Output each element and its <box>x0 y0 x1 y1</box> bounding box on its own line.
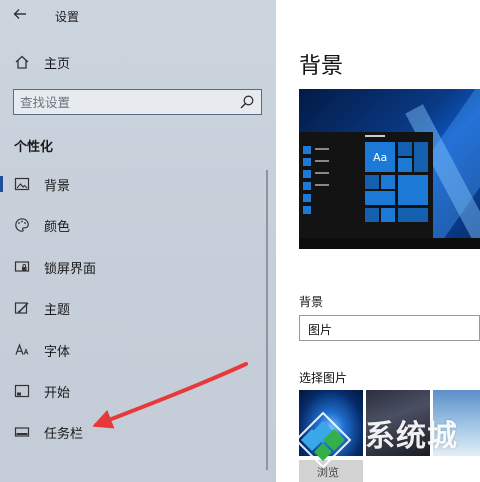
home-icon <box>15 55 29 69</box>
sidebar-item-label: 锁屏界面 <box>44 261 97 277</box>
sidebar-scrollbar[interactable] <box>266 170 268 470</box>
settings-sidebar: 设置 主页 个性化 背景 颜色 锁屏界面 <box>0 0 276 482</box>
sidebar-item-taskbar[interactable]: 任务栏 <box>0 414 276 450</box>
sidebar-item-themes[interactable]: 主题 <box>0 290 276 326</box>
preview-start-menu: Aa <box>299 132 433 238</box>
image-icon <box>14 176 30 192</box>
watermark-url: XITONGCHENG.COM <box>368 456 462 466</box>
sidebar-item-label: 开始 <box>44 385 71 401</box>
search-input[interactable] <box>20 94 235 110</box>
page-title: 背景 <box>299 54 344 79</box>
sidebar-item-label: 主题 <box>44 302 71 318</box>
lock-screen-icon <box>14 259 30 275</box>
taskbar-icon <box>14 424 30 440</box>
watermark-logo-icon <box>294 411 352 469</box>
sidebar-item-background[interactable]: 背景 <box>0 166 276 202</box>
search-icon[interactable] <box>239 94 255 110</box>
choose-picture-label: 选择图片 <box>299 371 348 385</box>
font-icon <box>14 342 30 358</box>
sidebar-item-fonts[interactable]: 字体 <box>0 332 276 368</box>
home-label: 主页 <box>44 56 71 72</box>
search-box[interactable] <box>13 89 262 115</box>
sidebar-item-label: 任务栏 <box>44 426 84 442</box>
home-nav-item[interactable]: 主页 <box>14 52 70 72</box>
preview-sample-tile: Aa <box>365 142 395 172</box>
preview-tile-text: Aa <box>373 151 388 164</box>
sidebar-item-label: 字体 <box>44 344 71 360</box>
title-bar: 设置 <box>0 0 276 30</box>
sidebar-item-label: 颜色 <box>44 219 71 235</box>
background-type-dropdown[interactable]: 图片 <box>299 315 480 341</box>
sidebar-item-lock-screen[interactable]: 锁屏界面 <box>0 249 276 285</box>
preview-taskbar <box>299 238 480 249</box>
window-title: 设置 <box>55 10 80 24</box>
dropdown-value: 图片 <box>308 323 333 337</box>
sidebar-item-label: 背景 <box>44 178 71 194</box>
background-preview: Aa <box>299 89 480 249</box>
section-title: 个性化 <box>14 140 54 155</box>
watermark: 系统城 XITONGCHENG.COM <box>288 405 480 475</box>
sidebar-item-start[interactable]: 开始 <box>0 373 276 409</box>
theme-brush-icon <box>14 300 30 316</box>
background-type-label: 背景 <box>299 295 324 309</box>
watermark-text: 系统城 <box>365 419 458 454</box>
palette-icon <box>14 217 30 233</box>
back-button[interactable] <box>12 6 32 24</box>
sidebar-item-colors[interactable]: 颜色 <box>0 207 276 243</box>
start-menu-icon <box>14 383 30 399</box>
back-arrow-icon <box>13 9 26 19</box>
